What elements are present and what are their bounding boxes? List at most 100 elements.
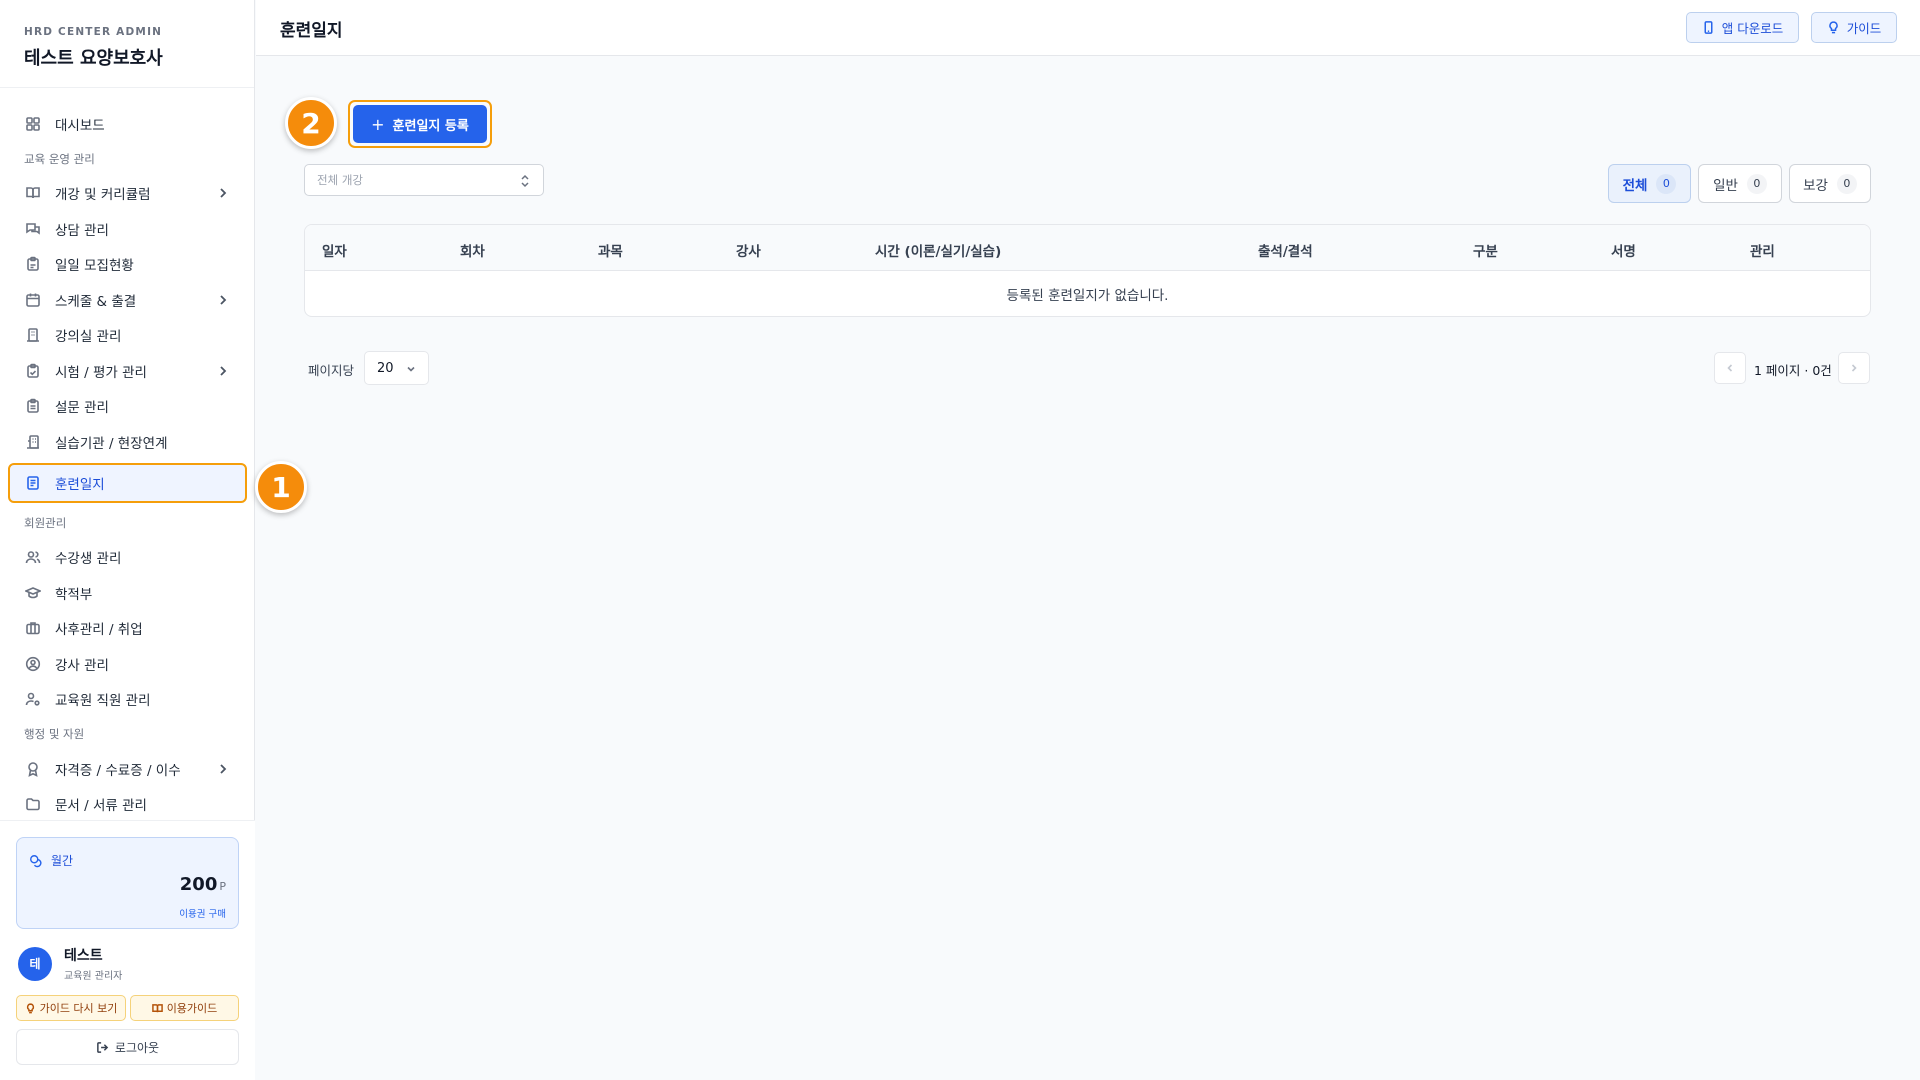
column-header[interactable]: 과목 (598, 240, 623, 260)
filter-makeup[interactable]: 보강 0 (1789, 164, 1871, 203)
nav-section-admin: 행정 및 자원 (24, 727, 85, 741)
clipboard-list-icon (25, 398, 41, 414)
sidebar-item-staff[interactable]: 교육원 직원 관리 (0, 682, 255, 718)
graduation-cap-icon (25, 585, 41, 601)
column-header[interactable]: 시간 (이론/실기/실습) (875, 240, 1001, 260)
chevron-down-icon (407, 366, 415, 372)
step-badge-1: 1 (255, 461, 307, 513)
next-page-button[interactable] (1838, 352, 1870, 384)
sidebar-item-exam[interactable]: 시험 / 평가 관리 (0, 353, 255, 389)
grid-icon (25, 116, 41, 132)
course-select[interactable]: 전체 개강 (304, 164, 544, 196)
points-card: 월간 200 P 이용권 구매 (16, 837, 239, 929)
sidebar-item-documents[interactable]: 문서 / 서류 관리 (0, 787, 255, 819)
brand-subtitle: HRD CENTER ADMIN (24, 26, 163, 38)
briefcase-icon (25, 620, 41, 636)
sidebar-item-label: 대시보드 (55, 117, 105, 134)
sidebar-item-label: 문서 / 서류 관리 (55, 798, 147, 815)
sidebar-item-consult[interactable]: 상담 관리 (0, 211, 255, 247)
sidebar-item-aftercare[interactable]: 사후관리 / 취업 (0, 611, 255, 647)
sidebar-item-label: 강사 관리 (55, 657, 109, 674)
sidebar-item-certificates[interactable]: 자격증 / 수료증 / 이수 (0, 751, 255, 787)
sidebar-item-instructors[interactable]: 강사 관리 (0, 646, 255, 682)
sidebar-item-dashboard[interactable]: 대시보드 (0, 106, 255, 142)
journal-table: 일자 회차 과목 강사 시간 (이론/실기/실습) 출석/결석 구분 서명 관리… (304, 224, 1871, 317)
column-header[interactable]: 일자 (322, 240, 347, 260)
sidebar-item-survey[interactable]: 설문 관리 (0, 389, 255, 425)
sidebar-item-label: 자격증 / 수료증 / 이수 (55, 762, 181, 779)
clipboard-check-icon (25, 363, 41, 379)
register-journal-button[interactable]: + 훈련일지 등록 (353, 105, 487, 143)
sidebar-item-label: 일일 모집현황 (55, 258, 134, 275)
column-header[interactable]: 회차 (460, 240, 485, 260)
sidebar-item-recruit[interactable]: 일일 모집현황 (0, 247, 255, 283)
user-cog-icon (25, 691, 41, 707)
book-open-icon (25, 185, 41, 201)
points-label: 월간 (29, 852, 73, 869)
guide-again-button[interactable]: 가이드 다시 보기 (16, 995, 126, 1021)
sidebar-item-label: 상담 관리 (55, 222, 109, 239)
empty-state-message: 등록된 훈련일지가 없습니다. (1006, 288, 1169, 304)
office-icon (25, 434, 41, 450)
plus-icon: + (371, 114, 385, 134)
sidebar-item-journal[interactable]: 훈련일지 (8, 462, 247, 503)
sidebar-item-label: 수강생 관리 (55, 551, 122, 568)
sidebar-item-label: 시험 / 평가 관리 (55, 364, 147, 381)
chevron-right-icon (1851, 364, 1857, 372)
chat-icon (25, 221, 41, 237)
prev-page-button[interactable] (1714, 352, 1746, 384)
guide-button[interactable]: 가이드 (1811, 12, 1897, 43)
column-header[interactable]: 관리 (1750, 240, 1775, 260)
folder-icon (25, 796, 41, 812)
usage-guide-button[interactable]: 이용가이드 (130, 995, 239, 1021)
avatar: 테 (18, 946, 52, 981)
top-header: 훈련일지 앱 다운로드 가이드 (256, 0, 1920, 56)
sidebar-item-course[interactable]: 개강 및 커리큘럼 (0, 176, 255, 212)
user-circle-icon (25, 656, 41, 672)
sidebar-item-schedule[interactable]: 스케줄 & 출결 (0, 282, 255, 318)
chevron-right-icon (217, 763, 229, 775)
filter-regular[interactable]: 일반 0 (1698, 164, 1782, 203)
column-header[interactable]: 서명 (1611, 240, 1636, 260)
chevron-up-down-icon (521, 174, 529, 188)
page-title: 훈련일지 (280, 21, 343, 41)
brand: HRD CENTER ADMIN 테스트 요양보호사 (0, 0, 254, 88)
points-value: 200 P (179, 874, 226, 895)
sidebar-item-students[interactable]: 수강생 관리 (0, 540, 255, 576)
award-icon (25, 761, 41, 777)
table-header: 일자 회차 과목 강사 시간 (이론/실기/실습) 출석/결석 구분 서명 관리 (305, 225, 1870, 271)
sidebar-nav: 대시보드 교육 운영 관리 개강 및 커리큘럼 상담 관리 일일 모집현황 스케… (0, 106, 255, 818)
app-download-button[interactable]: 앱 다운로드 (1686, 12, 1799, 43)
user-profile: 테 테스트 교육원 관리자 (18, 945, 122, 982)
column-header[interactable]: 출석/결석 (1258, 240, 1313, 260)
building-icon (25, 327, 41, 343)
filter-count: 0 (1746, 173, 1767, 194)
sidebar-item-label: 설문 관리 (55, 400, 109, 417)
sidebar-item-label: 교육원 직원 관리 (55, 693, 151, 710)
sidebar-item-practice[interactable]: 실습기관 / 현장연계 (0, 424, 255, 460)
sidebar-item-label: 개강 및 커리큘럼 (55, 187, 151, 204)
sidebar-item-classroom[interactable]: 강의실 관리 (0, 318, 255, 354)
column-header[interactable]: 구분 (1473, 240, 1498, 260)
filter-count: 0 (1656, 173, 1677, 194)
user-name: 테스트 (64, 948, 103, 964)
per-page-label: 페이지당 (308, 363, 355, 378)
user-role: 교육원 관리자 (64, 971, 123, 982)
sidebar-item-label: 스케줄 & 출결 (55, 293, 137, 310)
filter-all[interactable]: 전체 0 (1608, 164, 1691, 203)
book-icon (151, 1003, 163, 1012)
sidebar-item-label: 실습기관 / 현장연계 (55, 435, 168, 452)
filter-count: 0 (1836, 173, 1857, 194)
nav-section-ops: 교육 운영 관리 (24, 151, 95, 166)
sidebar-item-label: 사후관리 / 취업 (55, 622, 143, 639)
logout-button[interactable]: 로그아웃 (16, 1029, 239, 1065)
buy-pass-link[interactable]: 이용권 구매 (179, 906, 226, 920)
logout-icon (97, 1041, 109, 1053)
column-header[interactable]: 강사 (736, 240, 761, 260)
chevron-right-icon (217, 294, 229, 306)
step-badge-2: 2 (285, 97, 337, 149)
sidebar-footer: 월간 200 P 이용권 구매 테 테스트 교육원 관리자 가이드 다시 보기 이… (0, 820, 255, 1080)
sidebar-item-registry[interactable]: 학적부 (0, 575, 255, 611)
document-icon (25, 475, 41, 491)
per-page-select[interactable]: 20 (364, 351, 429, 385)
